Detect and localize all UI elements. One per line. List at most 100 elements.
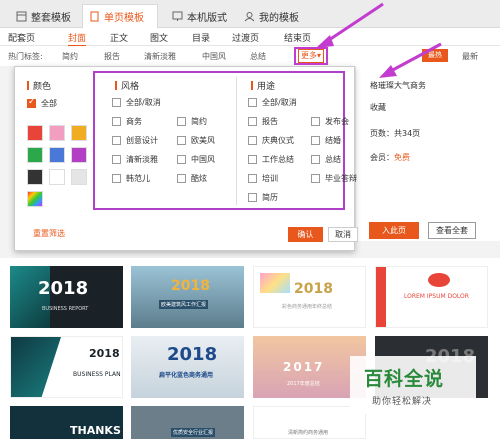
watermark: 百科全说 助你轻松解决 [350, 356, 476, 414]
use-training-label: 培训 [262, 174, 278, 183]
template-thumb[interactable]: 优质安全行业汇报 [131, 406, 244, 439]
use-launch-checkbox[interactable] [311, 117, 320, 126]
style-all-label: 全部/取消 [126, 98, 161, 107]
member-label: 会员： [370, 153, 394, 162]
style-business-label: 商务 [126, 117, 142, 126]
tag-simple[interactable]: 简约 [62, 51, 78, 62]
tag-chinese[interactable]: 中国风 [202, 51, 226, 62]
column-divider [236, 77, 237, 205]
use-all-label: 全部/取消 [262, 98, 297, 107]
style-western-checkbox[interactable] [177, 136, 186, 145]
swatch-green[interactable] [27, 147, 43, 163]
use-all-checkbox[interactable] [248, 98, 257, 107]
style-title: 风格 [114, 79, 139, 92]
style-cool-label: 酷炫 [191, 174, 207, 183]
style-simple-label: 简约 [191, 117, 207, 126]
nav-matching-page[interactable]: 配套页 [8, 31, 35, 44]
confirm-button[interactable]: 确认 [288, 227, 323, 242]
thumb-subtitle: 清新简约商务通用 [288, 430, 329, 436]
use-resume-checkbox[interactable] [248, 193, 257, 202]
style-chinese-checkbox[interactable] [177, 155, 186, 164]
thumb-subtitle: 扁平化蓝色商务通用 [159, 372, 214, 379]
swatch-black[interactable] [27, 169, 43, 185]
more-highlight [294, 47, 328, 65]
thumb-subtitle: 优质安全行业汇报 [171, 428, 216, 437]
style-all-checkbox[interactable] [112, 98, 121, 107]
template-thumb[interactable]: 2018 BUSINESS REPORT [10, 266, 123, 328]
tab-single-page[interactable]: 单页模板 [82, 4, 158, 28]
user-icon [244, 11, 255, 21]
use-defense-checkbox[interactable] [311, 174, 320, 183]
use-wedding-label: 结婚 [325, 136, 341, 145]
swatch-red[interactable] [27, 125, 43, 141]
use-summary-checkbox[interactable] [311, 155, 320, 164]
tag-summary[interactable]: 总结 [250, 51, 266, 62]
use-training-checkbox[interactable] [248, 174, 257, 183]
style-korean-label: 韩范儿 [126, 174, 150, 183]
tab-full-template[interactable]: 整套模板 [10, 4, 77, 28]
template-thumb[interactable]: 2018 欧美建筑风工作汇报 [131, 266, 244, 328]
style-cool-checkbox[interactable] [177, 174, 186, 183]
style-korean-checkbox[interactable] [112, 174, 121, 183]
filter-panel: 颜色 全部 风格 全部/取消 商务 简约 创意设计 欧美风 清新淡雅 中国风 韩… [14, 66, 358, 251]
use-ceremony-checkbox[interactable] [248, 136, 257, 145]
use-work-summary-label: 工作总结 [262, 155, 294, 164]
nav-toc[interactable]: 目录 [192, 31, 210, 44]
swatch-white[interactable] [49, 169, 65, 185]
thumb-decoration [428, 273, 450, 287]
thumb-subtitle: BUSINESS REPORT [42, 306, 89, 312]
use-defense-label: 毕业答辩 [325, 174, 357, 183]
annotation-arrow-icon [316, 2, 384, 48]
thumb-subtitle: 2017年度总结 [287, 381, 320, 387]
style-fresh-label: 清新淡雅 [126, 155, 158, 164]
nav-body[interactable]: 正文 [110, 31, 128, 44]
nav-cover[interactable]: 封面 [68, 31, 87, 47]
reset-filter-link[interactable]: 重置筛选 [33, 228, 65, 239]
use-report-checkbox[interactable] [248, 117, 257, 126]
style-simple-checkbox[interactable] [177, 117, 186, 126]
tag-report[interactable]: 报告 [104, 51, 120, 62]
use-summary-label: 总结 [325, 155, 341, 164]
color-all-checkbox[interactable] [27, 97, 36, 108]
use-wedding-checkbox[interactable] [311, 136, 320, 145]
use-work-summary-checkbox[interactable] [248, 155, 257, 164]
thumb-decoration [11, 337, 61, 397]
template-thumb[interactable]: 2018 彩色商务通用年终总结 [253, 266, 366, 328]
hot-tags-label: 热门标签: [8, 52, 43, 61]
view-all-button[interactable]: 查看全套 [428, 222, 476, 239]
cancel-button[interactable]: 取消 [328, 227, 358, 242]
use-resume-label: 简历 [262, 193, 278, 202]
thumb-subtitle: LOREM IPSUM DOLOR [404, 293, 469, 300]
swatch-orange[interactable] [71, 125, 87, 141]
template-thumb[interactable]: 2018 扁平化蓝色商务通用 [131, 336, 244, 398]
template-detail: 格璀璨大气商务 收藏 页数：共34页 会员：免费 [355, 66, 500, 241]
member-info: 会员：免费 [370, 152, 410, 163]
swatch-gray[interactable] [71, 169, 87, 185]
nav-transition[interactable]: 过渡页 [232, 31, 259, 44]
thumb-title: 2018 [89, 347, 120, 360]
favorite-link[interactable]: 收藏 [370, 102, 386, 113]
tag-fresh[interactable]: 清新淡雅 [144, 51, 176, 62]
style-business-checkbox[interactable] [112, 117, 121, 126]
swatch-blue[interactable] [49, 147, 65, 163]
thumb-title: 2018 [38, 278, 89, 299]
style-creative-checkbox[interactable] [112, 136, 121, 145]
sort-newest[interactable]: 最新 [462, 51, 478, 62]
swatch-purple[interactable] [71, 147, 87, 163]
page-count: 页数：共34页 [370, 129, 421, 138]
insert-page-button[interactable]: 入此页 [369, 222, 419, 239]
nav-graphic[interactable]: 图文 [150, 31, 168, 44]
thumb-title: THANKS [70, 424, 121, 437]
thumb-subtitle: BUSINESS PLAN [73, 371, 121, 378]
template-thumb[interactable]: THANKS [10, 406, 123, 439]
tab-local-layout[interactable]: 本机版式 [166, 4, 233, 28]
style-fresh-checkbox[interactable] [112, 155, 121, 164]
style-creative-label: 创意设计 [126, 136, 158, 145]
template-thumb[interactable]: 2018 BUSINESS PLAN [10, 336, 123, 398]
color-title: 颜色 [26, 79, 51, 92]
style-western-label: 欧美风 [191, 136, 215, 145]
template-thumb[interactable]: LOREM IPSUM DOLOR [375, 266, 488, 328]
swatch-rainbow[interactable] [27, 191, 43, 207]
use-launch-label: 发布会 [325, 117, 349, 126]
swatch-pink[interactable] [49, 125, 65, 141]
